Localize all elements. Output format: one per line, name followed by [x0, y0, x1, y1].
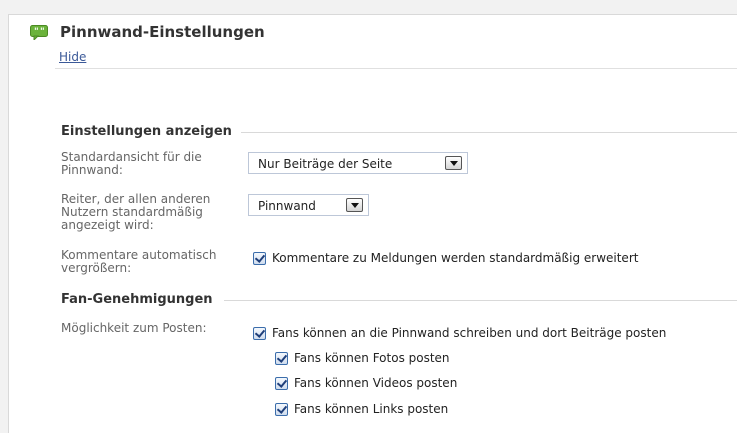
fans-can-post-label: Fans können an die Pinnwand schreiben un…	[272, 326, 667, 340]
section-divider-fan-permissions	[224, 300, 737, 301]
default-view-label: Standardansicht für die Pinnwand:	[61, 151, 202, 177]
fans-photos-option[interactable]: Fans können Fotos posten	[275, 351, 450, 365]
fans-links-checkbox[interactable]	[275, 402, 288, 416]
header-divider	[55, 68, 737, 69]
fans-links-option[interactable]: Fans können Links posten	[275, 402, 448, 416]
auto-expand-checkbox[interactable]	[253, 251, 266, 265]
default-view-select[interactable]: Nur Beiträge der Seite	[248, 152, 468, 174]
fans-can-post-checkbox[interactable]	[253, 326, 266, 340]
section-divider-display	[241, 132, 737, 133]
fans-photos-label: Fans können Fotos posten	[294, 351, 450, 365]
svg-text:": "	[40, 27, 45, 37]
auto-expand-option[interactable]: Kommentare zu Meldungen werden standardm…	[253, 251, 638, 265]
fans-links-label: Fans können Links posten	[294, 402, 449, 416]
default-tab-label: Reiter, der allen anderen Nutzern standa…	[61, 193, 210, 232]
auto-expand-label: Kommentare automatisch vergrößern:	[61, 249, 216, 275]
default-view-label-line2: Pinnwand:	[61, 163, 123, 177]
svg-text:": "	[34, 27, 39, 37]
chevron-down-icon[interactable]	[346, 198, 363, 212]
auto-expand-checkbox-label: Kommentare zu Meldungen werden standardm…	[272, 251, 639, 265]
speech-bubble-icon: " "	[30, 25, 48, 40]
fans-can-post-option[interactable]: Fans können an die Pinnwand schreiben un…	[253, 326, 666, 340]
fans-videos-option[interactable]: Fans können Videos posten	[275, 376, 457, 390]
posting-label: Möglichkeit zum Posten:	[61, 321, 207, 335]
default-tab-select-value: Pinnwand	[258, 199, 316, 213]
fans-videos-checkbox[interactable]	[275, 376, 288, 390]
default-tab-select[interactable]: Pinnwand	[248, 194, 369, 216]
hide-link[interactable]: Hide	[59, 50, 86, 64]
default-view-select-value: Nur Beiträge der Seite	[258, 157, 393, 171]
section-title-fan-permissions: Fan-Genehmigungen	[61, 292, 213, 307]
auto-expand-label-line2: vergrößern:	[61, 261, 132, 275]
fans-photos-checkbox[interactable]	[275, 351, 288, 365]
top-strip	[0, 0, 737, 14]
chevron-down-icon[interactable]	[445, 156, 462, 170]
default-tab-label-line3: angezeigt wird:	[61, 218, 154, 232]
section-title-display: Einstellungen anzeigen	[61, 124, 232, 139]
page-title: Pinnwand-Einstellungen	[60, 23, 265, 41]
fans-videos-label: Fans können Videos posten	[294, 376, 458, 390]
